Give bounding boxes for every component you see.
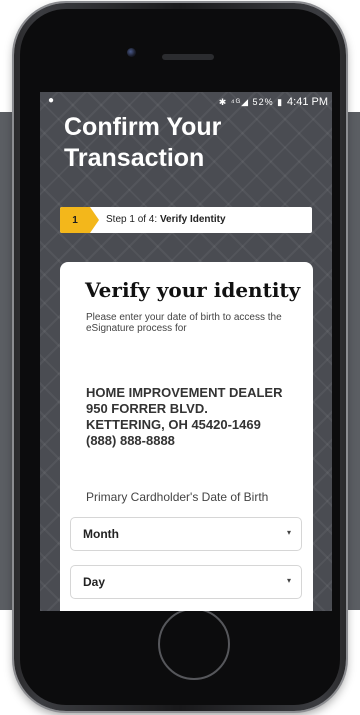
dob-label: Primary Cardholder's Date of Birth xyxy=(86,490,269,504)
day-select[interactable]: Day ▾ xyxy=(70,565,302,599)
step-indicator: 1 Step 1 of 4: Verify Identity xyxy=(60,207,312,233)
chevron-down-icon: ▾ xyxy=(286,576,291,585)
step-arrow-icon xyxy=(90,207,99,233)
front-camera xyxy=(127,48,136,57)
card-instructions: Please enter your date of birth to acces… xyxy=(86,312,282,334)
step-label: Step 1 of 4: Verify Identity xyxy=(106,214,226,225)
month-select-value: Month xyxy=(83,527,119,541)
notification-icon: ● xyxy=(48,95,55,106)
dealer-address: 950 FORRER BLVD. xyxy=(86,401,208,416)
dealer-phone: (888) 888-8888 xyxy=(86,433,175,448)
status-bar: ● ✱ ⁴ᴳ◢ 52% ▮ 4:41 PM xyxy=(40,92,332,112)
phone-screen: ● ✱ ⁴ᴳ◢ 52% ▮ 4:41 PM Confirm Your Trans… xyxy=(40,92,332,611)
day-select-value: Day xyxy=(83,575,106,589)
dealer-info: HOME IMPROVEMENT DEALER 950 FORRER BLVD.… xyxy=(86,385,308,449)
step-name: Verify Identity xyxy=(159,214,226,225)
step-number: 1 xyxy=(60,207,90,233)
month-select[interactable]: Month ▾ xyxy=(70,517,302,551)
dealer-city: KETTERING, OH 45420-1469 xyxy=(86,417,261,432)
verify-card: Verify your identity Please enter your d… xyxy=(60,262,313,611)
home-button[interactable] xyxy=(158,608,230,680)
status-right: ✱ ⁴ᴳ◢ 52% ▮ 4:41 PM xyxy=(219,96,328,108)
phone-speaker xyxy=(162,54,214,60)
status-time: 4:41 PM xyxy=(287,96,328,108)
dealer-name: HOME IMPROVEMENT DEALER xyxy=(86,385,283,400)
card-title: Verify your identity xyxy=(85,278,301,302)
signal-battery-icon: ✱ ⁴ᴳ◢ 52% ▮ xyxy=(218,96,284,107)
step-prefix: Step 1 of 4: xyxy=(106,214,160,225)
chevron-down-icon: ▾ xyxy=(286,528,291,537)
page-title: Confirm Your Transaction xyxy=(64,113,222,172)
